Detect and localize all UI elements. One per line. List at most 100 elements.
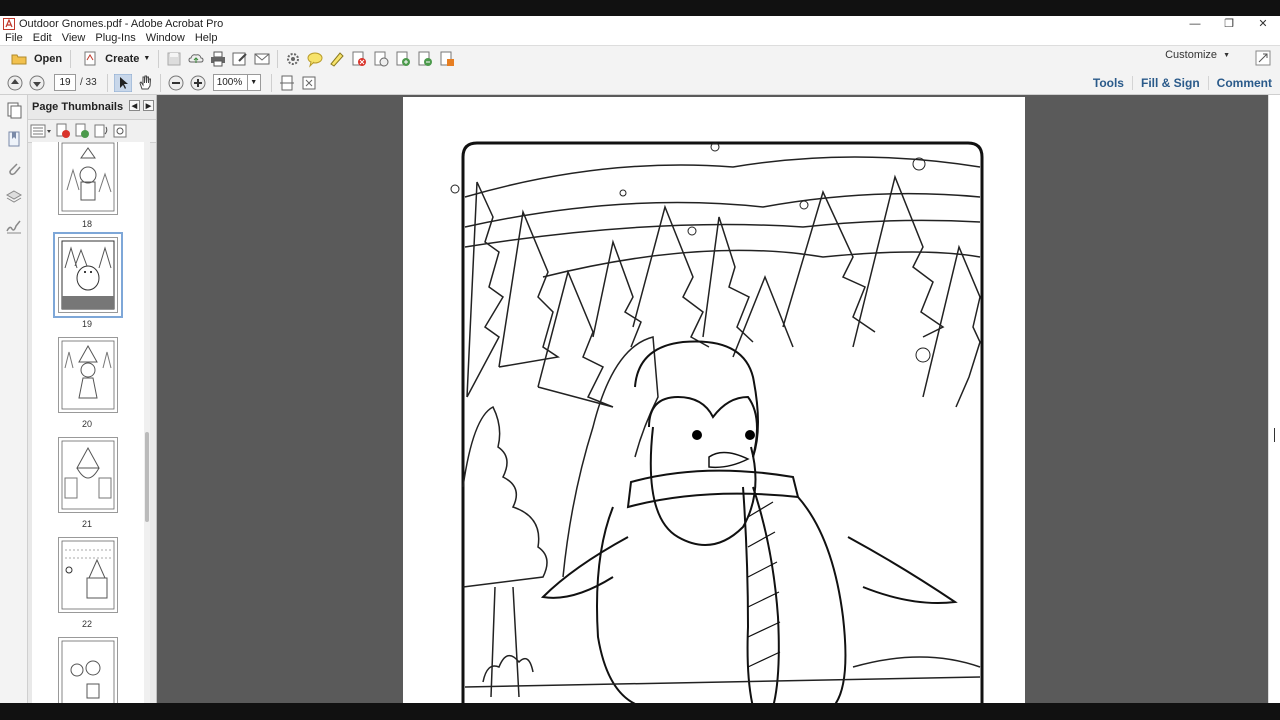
chevron-down-icon: ▼ [1223,51,1230,59]
comment-bubble-icon[interactable] [306,50,324,68]
navigation-pane-rail [0,95,28,703]
customize-button[interactable]: Customize ▼ [1165,49,1230,61]
thumbnail-page-18[interactable] [58,142,118,215]
fit-page-icon[interactable] [278,74,296,92]
replace-page-icon[interactable] [416,50,434,68]
thumbnail-list[interactable]: 18 19 20 21 22 [32,142,150,703]
page-count: / 33 [80,77,97,88]
email-icon[interactable] [253,50,271,68]
panel-title: Page Thumbnails [32,101,124,113]
acrobat-icon [3,17,15,30]
previous-page-icon[interactable] [6,74,24,92]
fullscreen-icon[interactable] [1254,49,1272,67]
next-page-icon[interactable] [28,74,46,92]
select-tool-icon[interactable] [113,73,132,92]
save-icon[interactable] [165,50,183,68]
menu-file[interactable]: File [0,32,28,44]
menu-plugins[interactable]: Plug-Ins [90,32,140,44]
insert-page-icon[interactable] [394,50,412,68]
navigation-toolbar: 19 / 33 100% ▼ Tools Fill & Sign Comment [0,71,1280,95]
fit-width-icon[interactable] [300,74,318,92]
delete-page-icon[interactable] [55,123,71,139]
toolbar-separator [70,49,72,68]
cloud-upload-icon[interactable] [187,50,205,68]
thumbnail-image [61,540,115,610]
coloring-page-illustration [450,141,984,703]
page-thumbnails-icon[interactable] [5,101,23,119]
thumbnail-page-20[interactable] [58,337,118,413]
thumbnail-image [61,340,115,410]
thumbnail-image [61,142,115,212]
insert-page-icon[interactable] [74,123,90,139]
expand-panel-icon[interactable]: ▶ [143,100,154,111]
task-pane-links: Tools Fill & Sign Comment [1085,71,1280,94]
options-menu-icon[interactable] [30,124,52,138]
export-page-icon[interactable] [438,50,456,68]
hand-tool-icon[interactable] [136,74,154,92]
panel-controls: ◀ ▶ [129,100,154,111]
bookmarks-icon[interactable] [5,130,23,148]
open-button[interactable]: Open [4,49,66,69]
page-number-input[interactable]: 19 [54,74,76,91]
folder-icon [11,54,27,64]
menu-bar: File Edit View Plug-Ins Window Help [0,31,1280,45]
thumbnail-scrollbar[interactable] [144,142,150,703]
toolbar-separator [158,49,160,68]
restore-icon[interactable]: ❐ [1212,16,1246,31]
tools-link[interactable]: Tools [1085,76,1132,90]
thumbnail-label-21: 21 [81,519,92,529]
collapse-panel-icon[interactable]: ◀ [129,100,140,111]
document-scrollbar[interactable] [1268,95,1280,703]
window-title: Outdoor Gnomes.pdf - Adobe Acrobat Pro [19,17,224,30]
toolbar-separator [159,73,161,92]
comment-link[interactable]: Comment [1207,75,1280,90]
settings-gear-icon[interactable] [284,50,302,68]
thumbnail-page-19[interactable] [53,232,123,318]
signatures-icon[interactable] [5,217,23,235]
extract-page-icon[interactable] [372,50,390,68]
thumbnail-options-bar [28,119,156,143]
zoom-level-input[interactable]: 100% [212,74,248,91]
thumbnail-page-22[interactable] [58,537,118,613]
highlight-icon[interactable] [328,50,346,68]
zoom-in-icon[interactable] [189,74,207,92]
menu-help[interactable]: Help [190,32,223,44]
bottom-black-strip [0,703,1280,720]
title-bar: Outdoor Gnomes.pdf - Adobe Acrobat Pro —… [0,16,1280,31]
create-button[interactable]: Create ▼ [75,49,154,69]
menu-window[interactable]: Window [141,32,190,44]
customize-label: Customize [1165,49,1218,61]
attachments-paperclip-icon[interactable] [5,159,23,177]
close-icon[interactable]: ✕ [1246,16,1280,31]
fill-sign-link[interactable]: Fill & Sign [1131,75,1208,90]
rotate-page-icon[interactable] [93,123,109,139]
thumbnail-image [61,640,115,703]
thumbnail-label-22: 22 [81,619,92,629]
minimize-icon[interactable]: — [1178,16,1212,31]
page-properties-icon[interactable] [112,123,128,139]
zoom-out-icon[interactable] [167,74,185,92]
layers-icon[interactable] [5,188,23,206]
thumbnail-page-21[interactable] [58,437,118,513]
print-icon[interactable] [209,50,227,68]
create-label: Create [105,52,140,65]
toolbar-separator [277,49,279,68]
panel-header: Page Thumbnails ◀ ▶ [28,95,156,119]
top-black-strip [0,0,1280,16]
toolbar-separator [106,73,108,92]
toolbar-separator [270,73,272,92]
thumbnail-scrollbar-thumb[interactable] [145,432,149,522]
edit-icon[interactable] [231,50,249,68]
delete-page-icon[interactable] [350,50,368,68]
zoom-dropdown-icon[interactable]: ▼ [247,74,261,91]
page-thumbnails-panel: Page Thumbnails ◀ ▶ 18 19 20 21 22 [28,95,157,703]
thumbnail-page-23[interactable] [58,637,118,703]
menu-view[interactable]: View [57,32,91,44]
thumbnail-label-20: 20 [81,419,92,429]
scroll-position-marker [1274,428,1275,442]
menu-edit[interactable]: Edit [28,32,57,44]
thumbnail-image [61,440,115,510]
thumbnail-image [61,240,115,310]
pdf-page [403,97,1025,703]
document-view[interactable] [157,95,1269,703]
